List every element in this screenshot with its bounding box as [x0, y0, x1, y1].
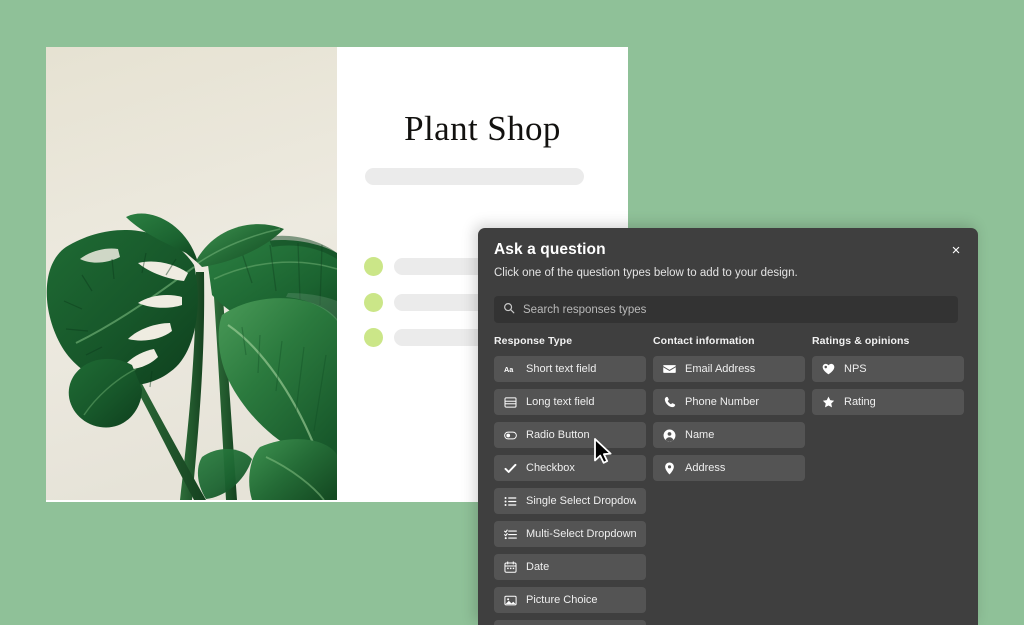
checkmark-icon — [504, 462, 517, 475]
type-button-label: Date — [526, 561, 550, 573]
column-header: Response Type — [494, 335, 573, 347]
search-input[interactable] — [523, 303, 949, 316]
close-icon[interactable]: × — [946, 240, 966, 260]
star-icon — [822, 396, 835, 409]
type-button-label: Radio Button — [526, 429, 590, 441]
type-button-label: Phone Number — [685, 396, 759, 408]
plant-photo — [46, 47, 337, 500]
question-type-columns: Response Type Aa Short text field Long t… — [494, 335, 978, 625]
multi-select-list-icon — [504, 528, 517, 541]
type-button-label: Checkbox — [526, 462, 575, 474]
image-icon — [504, 594, 517, 607]
text-aa-icon: Aa — [504, 363, 517, 376]
bullet-dot-icon — [364, 293, 383, 312]
type-button-label: Address — [685, 462, 726, 474]
dialog-title: Ask a question — [494, 241, 606, 258]
type-button-date[interactable]: Date — [494, 554, 646, 580]
phone-icon — [663, 396, 676, 409]
type-button-label: NPS — [844, 363, 867, 375]
column-response-type: Response Type Aa Short text field Long t… — [494, 335, 646, 625]
calendar-icon — [504, 561, 517, 574]
type-button-label: Email Address — [685, 363, 756, 375]
bullet-dot-icon — [364, 257, 383, 276]
type-button-nps[interactable]: NPS — [812, 356, 964, 382]
type-button-partial[interactable] — [494, 620, 646, 625]
column-contact-information: Contact information Email Address Phone … — [653, 335, 805, 625]
svg-text:Aa: Aa — [504, 365, 514, 374]
type-button-checkbox[interactable]: Checkbox — [494, 455, 646, 481]
paragraph-lines-icon — [504, 396, 517, 409]
type-button-label: Long text field — [526, 396, 595, 408]
search-field[interactable] — [494, 296, 958, 323]
type-button-rating[interactable]: Rating — [812, 389, 964, 415]
column-ratings-opinions: Ratings & opinions NPS Rating — [812, 335, 964, 625]
type-button-short-text-field[interactable]: Aa Short text field — [494, 356, 646, 382]
type-button-radio-button[interactable]: Radio Button — [494, 422, 646, 448]
ask-a-question-dialog: Ask a question Click one of the question… — [478, 228, 978, 625]
column-header: Ratings & opinions — [812, 335, 910, 347]
subtitle-placeholder-bar — [365, 168, 584, 185]
type-button-phone-number[interactable]: Phone Number — [653, 389, 805, 415]
plant-photo-illustration — [46, 47, 337, 500]
type-button-email-address[interactable]: Email Address — [653, 356, 805, 382]
type-button-multi-select-dropdown[interactable]: Multi-Select Dropdown — [494, 521, 646, 547]
radio-toggle-icon — [504, 429, 517, 442]
person-icon — [663, 429, 676, 442]
heart-icon — [822, 363, 835, 376]
type-button-name[interactable]: Name — [653, 422, 805, 448]
page-title: Plant Shop — [404, 109, 561, 148]
type-button-label: Single Select Dropdown — [526, 495, 636, 507]
map-pin-icon — [663, 462, 676, 475]
envelope-icon — [663, 363, 676, 376]
search-icon — [503, 301, 515, 319]
type-button-single-select-dropdown[interactable]: Single Select Dropdown — [494, 488, 646, 514]
dialog-subtitle: Click one of the question types below to… — [494, 267, 798, 279]
type-button-label: Multi-Select Dropdown — [526, 528, 636, 540]
type-button-label: Picture Choice — [526, 594, 598, 606]
type-button-address[interactable]: Address — [653, 455, 805, 481]
type-button-label: Short text field — [526, 363, 597, 375]
ordered-list-icon — [504, 495, 517, 508]
type-button-long-text-field[interactable]: Long text field — [494, 389, 646, 415]
type-button-picture-choice[interactable]: Picture Choice — [494, 587, 646, 613]
type-button-label: Name — [685, 429, 715, 441]
type-button-label: Rating — [844, 396, 876, 408]
column-header: Contact information — [653, 335, 755, 347]
bullet-dot-icon — [364, 328, 383, 347]
